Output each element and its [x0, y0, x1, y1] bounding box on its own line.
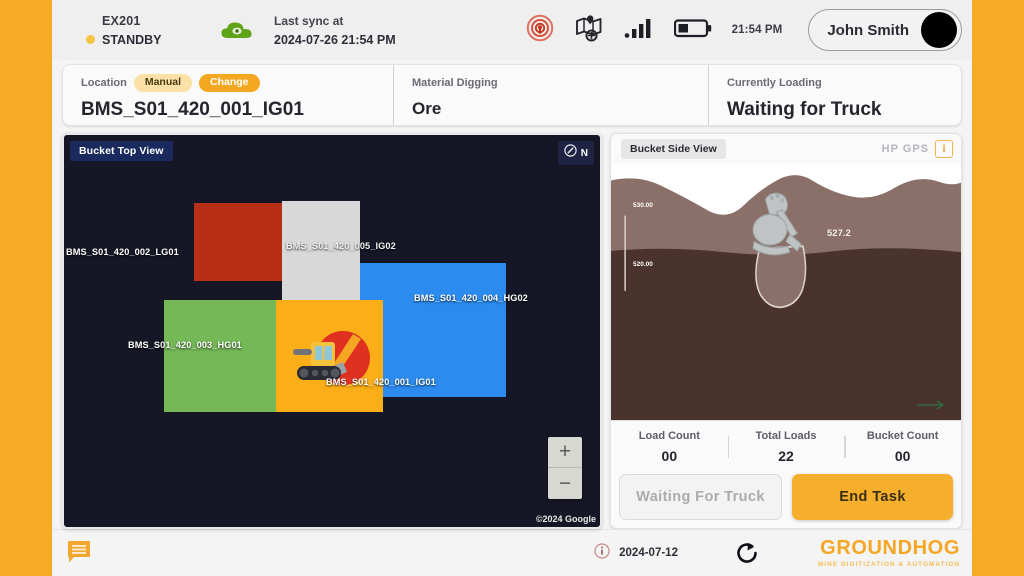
last-sync: Last sync at 2024-07-26 21:54 PM	[274, 14, 396, 47]
loading-value: Waiting for Truck	[727, 99, 882, 120]
terrain-profile-view[interactable]: 530.00 520.00 527.2	[611, 164, 961, 420]
app-root: EX201 STANDBY Last sync at 2024-07-26 21…	[52, 0, 972, 576]
map-block-label-ig02: BMS_S01_420_005_IG02	[286, 241, 396, 251]
stats-row: Load Count 00 Total Loads 22 Bucket Coun…	[611, 420, 961, 472]
material-header: Material Digging	[412, 73, 708, 93]
material-value: Ore	[412, 99, 442, 118]
zoom-in-button[interactable]: +	[548, 437, 582, 468]
bucket-top-view-map[interactable]: Bucket Top View N BMS_S01_420_002_LG01 B…	[62, 133, 602, 529]
terrain-svg	[611, 164, 961, 420]
stat-label: Load Count	[638, 429, 700, 442]
cloud-sync-icon	[216, 19, 258, 41]
map-pin-icon[interactable]	[574, 13, 604, 48]
user-menu-button[interactable]: John Smith	[808, 9, 962, 51]
last-sync-value: 2024-07-26 21:54 PM	[274, 32, 396, 47]
right-column: Bucket Side View HP GPS i 530.00 520.00 …	[610, 133, 962, 529]
stat-total-loads: Total Loads 22	[727, 429, 845, 464]
map-block-label-ig01: BMS_S01_420_001_IG01	[326, 377, 436, 387]
machine-info: EX201 STANDBY	[86, 14, 216, 47]
side-view-title-tag: Bucket Side View	[621, 139, 726, 159]
change-location-button[interactable]: Change	[199, 74, 260, 92]
map-block-ig01-current[interactable]	[276, 300, 383, 412]
radar-icon[interactable]	[526, 14, 554, 47]
location-header: Location Manual Change	[81, 73, 393, 93]
zoom-out-button[interactable]: −	[548, 468, 582, 499]
stat-bucket-count: Bucket Count 00	[844, 430, 961, 464]
location-label: Location	[81, 77, 127, 89]
material-cell: Material Digging Ore	[393, 65, 708, 125]
machine-id: EX201	[102, 13, 141, 28]
elevation-top-label: 530.00	[633, 202, 653, 209]
chat-bubble-icon[interactable]	[66, 538, 92, 569]
map-attribution: ©2024 Google	[535, 514, 596, 524]
map-block-lg01[interactable]	[194, 203, 282, 281]
map-blocks-layer: BMS_S01_420_002_LG01 BMS_S01_420_005_IG0…	[64, 135, 600, 527]
avatar	[921, 12, 957, 48]
machine-status: STANDBY	[86, 33, 216, 47]
context-info-bar: Location Manual Change BMS_S01_420_001_I…	[62, 64, 962, 126]
location-mode-chip[interactable]: Manual	[133, 74, 193, 92]
map-block-label-hg01: BMS_S01_420_003_HG01	[128, 340, 242, 350]
material-label: Material Digging	[412, 77, 498, 89]
bottom-bar: 2024-07-12 GROUNDHOG MINE DIGITIZATION &…	[52, 529, 972, 576]
end-task-button[interactable]: End Task	[792, 474, 953, 520]
last-sync-label: Last sync at	[274, 13, 344, 28]
arrow-right-icon	[917, 400, 947, 410]
date-group: 2024-07-12	[594, 542, 678, 564]
status-dot-icon	[86, 35, 95, 44]
battery-icon	[673, 17, 712, 44]
brand-tagline: MINE DIGITIZATION & AUTOMATION	[817, 561, 960, 568]
top-bar-icons: 21:54 PM John Smith	[526, 9, 962, 51]
current-date-label: 2024-07-12	[619, 547, 678, 559]
clock-label: 21:54 PM	[731, 24, 783, 36]
map-zoom-controls[interactable]: + −	[548, 437, 582, 499]
brand-name: GROUNDHOG	[820, 537, 960, 559]
map-block-label-hg02: BMS_S01_420_004_HG02	[414, 293, 528, 303]
brand-logo: GROUNDHOG MINE DIGITIZATION & AUTOMATION	[818, 538, 960, 568]
main-content: Bucket Top View N BMS_S01_420_002_LG01 B…	[52, 126, 972, 529]
top-status-bar: EX201 STANDBY Last sync at 2024-07-26 21…	[52, 0, 972, 60]
side-view-header: Bucket Side View HP GPS i	[611, 134, 961, 164]
excavator-icon	[281, 322, 381, 399]
bucket-elevation-label: 527.2	[827, 228, 851, 239]
loading-label: Currently Loading	[727, 77, 822, 89]
user-name-label: John Smith	[827, 21, 909, 39]
info-icon[interactable]: i	[935, 140, 953, 158]
stat-load-count: Load Count 00	[611, 430, 728, 464]
refresh-button[interactable]	[734, 540, 760, 566]
location-value: BMS_S01_420_001_IG01	[81, 99, 304, 120]
signal-bars-icon	[624, 17, 654, 44]
stat-label: Total Loads	[755, 429, 817, 442]
stat-value: 22	[778, 447, 794, 464]
info-circle-icon[interactable]	[594, 542, 610, 564]
action-buttons: Waiting For Truck End Task	[611, 472, 961, 528]
stat-label: Bucket Count	[866, 429, 939, 442]
machine-status-label: STANDBY	[102, 32, 162, 47]
map-block-hg01[interactable]	[164, 300, 284, 412]
stat-value: 00	[661, 447, 678, 464]
loading-cell: Currently Loading Waiting for Truck	[708, 65, 961, 125]
stat-value: 00	[894, 447, 911, 464]
hpgps-label: HP GPS	[881, 143, 929, 155]
loading-header: Currently Loading	[727, 73, 961, 93]
bucket-side-view-card: Bucket Side View HP GPS i 530.00 520.00 …	[610, 133, 962, 529]
elevation-bottom-label: 520.00	[633, 261, 653, 268]
map-block-label-lg01: BMS_S01_420_002_LG01	[66, 247, 179, 257]
dig-cavity	[755, 245, 807, 309]
location-cell: Location Manual Change BMS_S01_420_001_I…	[63, 65, 393, 125]
hpgps-group: HP GPS i	[882, 140, 953, 158]
waiting-for-truck-button[interactable]: Waiting For Truck	[619, 474, 782, 520]
